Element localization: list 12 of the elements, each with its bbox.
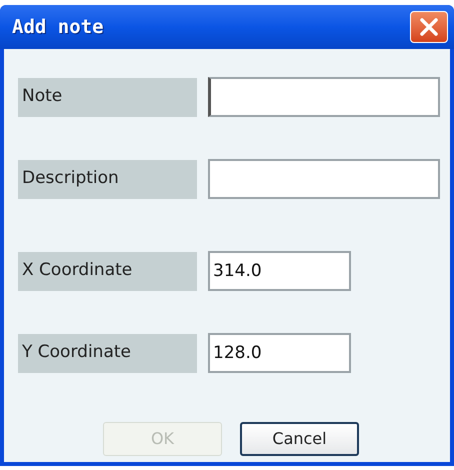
- input-field[interactable]: 128.0: [208, 333, 351, 373]
- window-title: Add note: [12, 14, 104, 40]
- close-icon: [420, 18, 438, 36]
- close-button[interactable]: [410, 11, 448, 43]
- input-field[interactable]: 314.0: [208, 251, 351, 291]
- input-field[interactable]: [208, 77, 440, 117]
- field-label: Description: [18, 160, 197, 198]
- field-label: Note: [18, 78, 197, 116]
- input-field[interactable]: [208, 159, 440, 199]
- field-label: Y Coordinate: [18, 334, 197, 372]
- cancel-button[interactable]: Cancel: [240, 422, 359, 456]
- field-label: X Coordinate: [18, 252, 197, 290]
